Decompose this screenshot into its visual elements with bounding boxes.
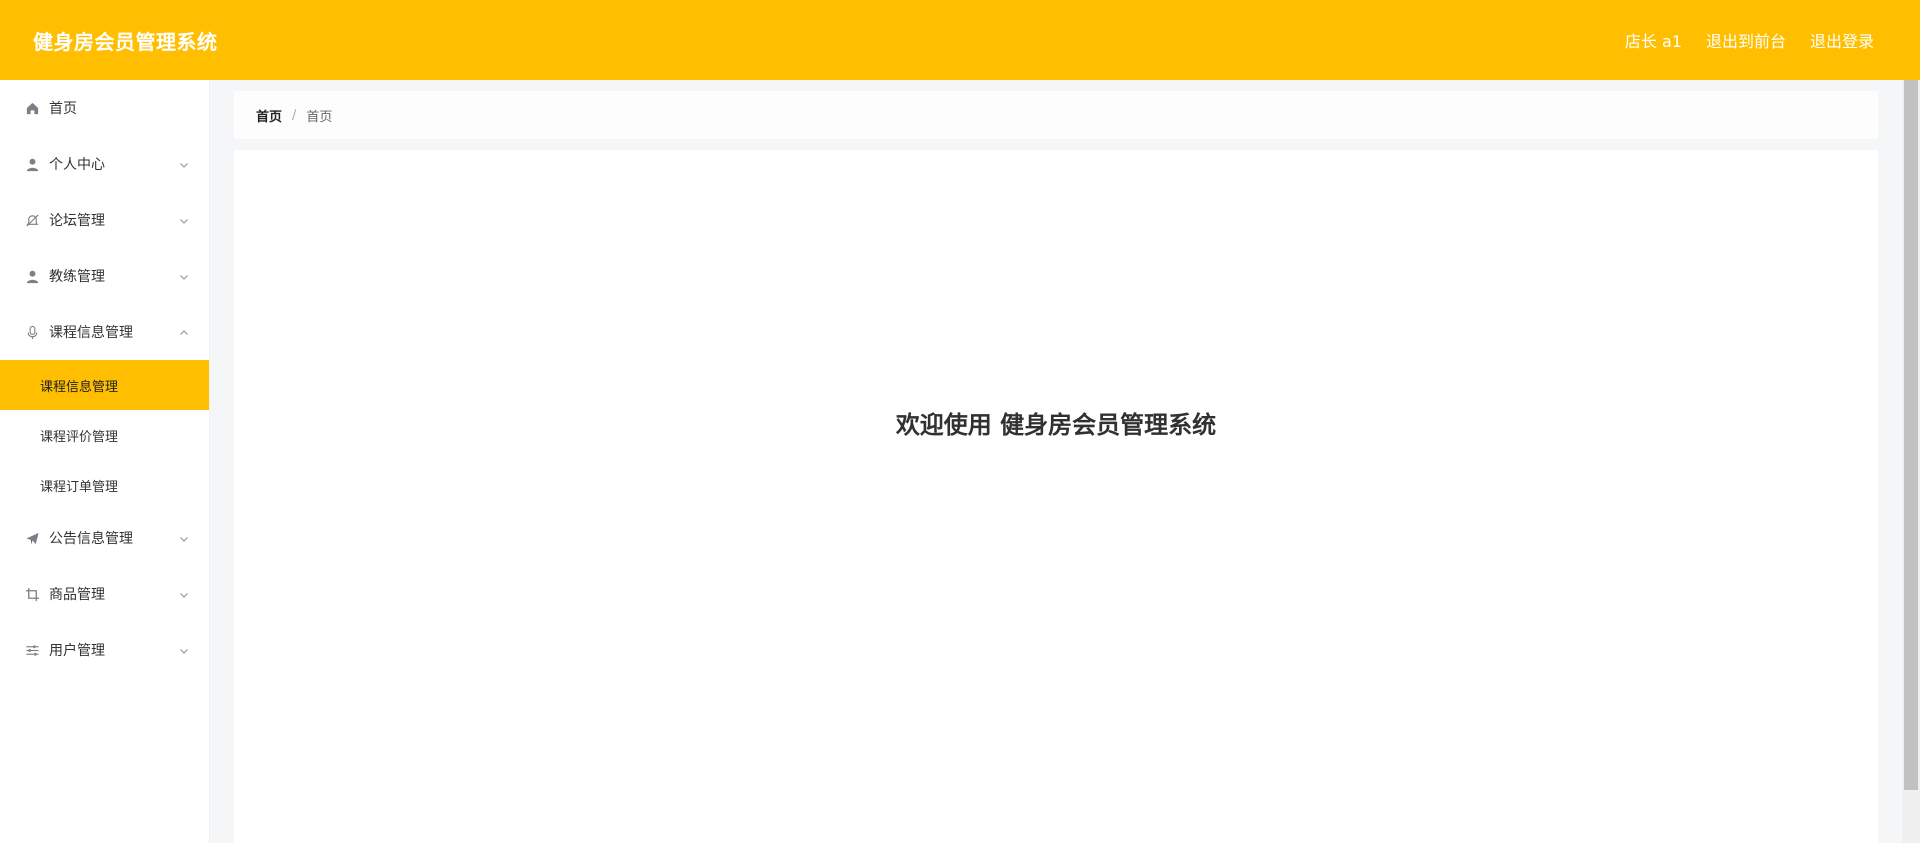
sidebar-item-users[interactable]: 用户管理 — [0, 622, 209, 678]
submenu-item-course-review[interactable]: 课程评价管理 — [0, 410, 209, 460]
sidebar-item-label: 商品管理 — [49, 587, 105, 603]
user-icon — [24, 156, 40, 172]
sidebar-item-course[interactable]: 课程信息管理 — [0, 304, 209, 360]
breadcrumb-current: 首页 — [306, 109, 333, 125]
sidebar-item-label: 用户管理 — [49, 643, 105, 659]
page-scrollbar[interactable] — [1902, 80, 1920, 843]
app-title: 健身房会员管理系统 — [33, 29, 218, 54]
submenu-item-course-info[interactable]: 课程信息管理 — [0, 360, 209, 410]
sidebar-item-label: 课程信息管理 — [49, 325, 133, 341]
bell-off-icon — [24, 212, 40, 228]
sidebar-item-home[interactable]: 首页 — [0, 80, 209, 136]
sidebar-item-notice[interactable]: 公告信息管理 — [0, 510, 209, 566]
submenu-item-label: 课程订单管理 — [40, 479, 119, 495]
top-header: 健身房会员管理系统 店长 a1 退出到前台 退出登录 — [0, 0, 1920, 80]
chevron-down-icon — [179, 270, 189, 280]
chevron-down-icon — [179, 588, 189, 598]
sidebar-item-goods[interactable]: 商品管理 — [0, 566, 209, 622]
crop-icon — [24, 586, 40, 602]
sidebar-item-label: 个人中心 — [49, 157, 105, 173]
welcome-message: 欢迎使用 健身房会员管理系统 — [895, 411, 1217, 439]
logout-link[interactable]: 退出登录 — [1810, 28, 1874, 52]
header-links: 店长 a1 退出到前台 退出登录 — [1625, 28, 1874, 52]
exit-to-front-link[interactable]: 退出到前台 — [1706, 28, 1786, 52]
sidebar-item-forum[interactable]: 论坛管理 — [0, 192, 209, 248]
main-content-panel: 欢迎使用 健身房会员管理系统 — [234, 150, 1878, 843]
microphone-icon — [24, 324, 40, 340]
person-icon — [24, 268, 40, 284]
submenu-item-label: 课程评价管理 — [40, 429, 119, 445]
paper-plane-icon — [24, 530, 40, 546]
sidebar-item-coach[interactable]: 教练管理 — [0, 248, 209, 304]
sidebar-item-label: 教练管理 — [49, 269, 105, 285]
submenu-item-course-order[interactable]: 课程订单管理 — [0, 460, 209, 510]
breadcrumb: 首页 / 首页 — [234, 91, 1878, 139]
user-role-label[interactable]: 店长 a1 — [1625, 28, 1682, 52]
sliders-icon — [24, 642, 40, 658]
breadcrumb-home-link[interactable]: 首页 — [256, 106, 282, 125]
breadcrumb-separator: / — [292, 107, 297, 123]
chevron-up-icon — [179, 326, 189, 336]
home-icon — [24, 100, 40, 116]
chevron-down-icon — [179, 532, 189, 542]
sidebar-item-label: 首页 — [49, 101, 77, 117]
chevron-down-icon — [179, 158, 189, 168]
sidebar-item-label: 公告信息管理 — [49, 531, 133, 547]
scrollbar-thumb[interactable] — [1904, 80, 1918, 790]
sidebar: 首页 个人中心 论坛管理 教练管理 课程信息管理 课程信息管理 课程评价管理 课… — [0, 80, 210, 843]
chevron-down-icon — [179, 644, 189, 654]
chevron-down-icon — [179, 214, 189, 224]
submenu-item-label: 课程信息管理 — [40, 379, 119, 395]
sidebar-item-profile[interactable]: 个人中心 — [0, 136, 209, 192]
sidebar-item-label: 论坛管理 — [49, 213, 105, 229]
